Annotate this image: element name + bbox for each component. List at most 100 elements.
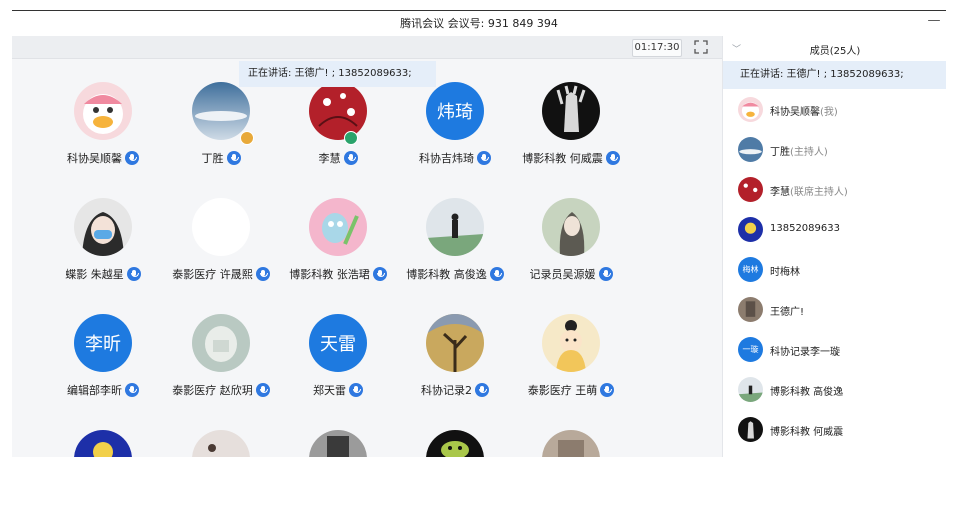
avatar: [74, 198, 132, 256]
meeting-window: 腾讯会议 会议号: 931 849 394 — 01:17:30 科协吴顺馨 丁…: [12, 10, 946, 457]
member-role: (主持人): [790, 147, 828, 158]
participant-tile[interactable]: 泰影医疗 王萌: [516, 314, 626, 419]
avatar: [426, 430, 484, 457]
member-item[interactable]: 博影科教 何威震: [723, 410, 946, 450]
member-name: 王德广!: [770, 307, 805, 318]
participant-tile[interactable]: 科协记录2: [400, 314, 510, 419]
participant-name: 博影科教 高俊逸: [406, 268, 487, 281]
mic-icon: [477, 151, 491, 165]
participant-tile[interactable]: 泰影医疗 许晟熙: [166, 198, 276, 303]
mic-icon: [349, 383, 363, 397]
speaking-banner: 正在讲话: 王德广! ; 13852089633;: [239, 61, 436, 87]
participant-tile[interactable]: 科协吴顺馨: [48, 82, 158, 187]
minimize-button[interactable]: —: [926, 13, 942, 29]
mic-icon: [343, 151, 358, 165]
member-item[interactable]: 一璇 科协记录李一璇: [723, 330, 946, 370]
participant-name: 蝶影 朱越星: [65, 268, 124, 281]
avatar: [542, 82, 600, 140]
member-item[interactable]: 科协吴顺馨(我): [723, 90, 946, 130]
cohost-badge-icon: [344, 131, 358, 145]
member-item[interactable]: 王德广!: [723, 290, 946, 330]
avatar: [309, 82, 367, 140]
member-role: (联席主持人): [790, 187, 848, 198]
mic-icon: [372, 267, 387, 281]
participant-name: 郑天雷: [313, 384, 346, 397]
avatar: [738, 377, 763, 402]
avatar: [309, 430, 367, 457]
window-title: 腾讯会议 会议号: 931 849 394: [400, 17, 558, 30]
participant-name: 博影科教 何威震: [522, 152, 603, 165]
participant-name: 泰影医疗 许晟熙: [172, 268, 253, 281]
participant-tile[interactable]: 天雷 郑天雷: [283, 314, 393, 419]
participant-tile[interactable]: 李昕 编辑部李昕: [48, 314, 158, 419]
host-badge-icon: [240, 131, 254, 145]
avatar: 梅林: [738, 257, 763, 282]
participant-name: 记录员吴源媛: [529, 268, 596, 281]
participant-tile[interactable]: 丁胜: [166, 82, 276, 187]
member-name: 博影科教 高俊逸: [770, 387, 844, 398]
participant-tile[interactable]: 炜琦 科协吉炜琦: [400, 82, 510, 187]
member-name: 李慧: [770, 187, 790, 198]
member-item[interactable]: 丁胜(主持人): [723, 130, 946, 170]
participant-name: 科协吉炜琦: [419, 152, 474, 165]
participant-name: 编辑部李昕: [67, 384, 122, 397]
avatar: [192, 82, 250, 140]
participant-tile[interactable]: 记录员吴源媛: [516, 198, 626, 303]
avatar: [74, 430, 132, 457]
mic-icon: [125, 151, 139, 165]
participant-tile[interactable]: 蝶影 朱越星: [48, 198, 158, 303]
avatar: [738, 297, 763, 322]
video-gallery: 01:17:30 科协吴顺馨 丁胜 李慧 炜琦 科协吉炜琦 博影科教 何威震 蝶…: [12, 36, 722, 457]
sidebar-speaking-banner: 正在讲话: 王德广! ; 13852089633;: [723, 61, 946, 89]
participant-name: 丁胜: [201, 152, 224, 165]
avatar: [542, 198, 600, 256]
member-name: 丁胜: [770, 147, 790, 158]
member-item[interactable]: 13852089633: [723, 210, 946, 250]
mic-icon: [255, 383, 270, 397]
mic-icon: [255, 267, 270, 281]
member-role: (我): [820, 107, 838, 118]
participant-tile[interactable]: [166, 430, 276, 457]
avatar: [426, 198, 484, 256]
participant-tile[interactable]: 博影科教 高俊逸: [400, 198, 510, 303]
member-item[interactable]: 博影科教 高俊逸: [723, 370, 946, 410]
participant-tile[interactable]: 博影科教 何威震: [516, 82, 626, 187]
participant-tile[interactable]: 李慧: [283, 82, 393, 187]
member-name: 科协吴顺馨: [770, 107, 820, 118]
member-name: 时梅林: [770, 267, 800, 278]
member-item[interactable]: 李慧(联席主持人): [723, 170, 946, 210]
member-item[interactable]: 梅林 时梅林: [723, 250, 946, 290]
member-name: 博影科教 何威震: [770, 427, 844, 438]
avatar: 炜琦: [426, 82, 484, 140]
avatar: [738, 97, 763, 122]
participant-tile[interactable]: [48, 430, 158, 457]
avatar: [738, 177, 763, 202]
avatar: [192, 198, 250, 256]
avatar: [542, 314, 600, 372]
mic-icon: [126, 267, 141, 281]
avatar: 李昕: [74, 314, 132, 372]
participant-name: 博影科教 张浩珺: [289, 268, 370, 281]
member-name: 科协记录李一璇: [770, 347, 840, 358]
participant-name: 李慧: [318, 152, 341, 165]
participant-name: 泰影医疗 王萌: [527, 384, 598, 397]
participant-name: 泰影医疗 赵欣玥: [172, 384, 253, 397]
participant-name: 科协记录2: [421, 384, 472, 397]
mic-icon: [226, 151, 241, 165]
participant-tile[interactable]: [283, 430, 393, 457]
member-list-panel: ﹀ 成员(25人) 正在讲话: 王德广! ; 13852089633; 科协吴顺…: [722, 36, 946, 457]
participant-tile[interactable]: 泰影医疗 赵欣玥: [166, 314, 276, 419]
avatar: [426, 314, 484, 372]
participant-tile[interactable]: 博影科教 张浩珺: [283, 198, 393, 303]
member-list-header: ﹀ 成员(25人): [723, 36, 946, 60]
mic-icon: [598, 267, 613, 281]
mic-icon: [605, 151, 620, 165]
participant-grid: 科协吴顺馨 丁胜 李慧 炜琦 科协吉炜琦 博影科教 何威震 蝶影 朱越星 泰影医…: [12, 36, 722, 457]
mic-icon: [475, 383, 489, 397]
member-name: 13852089633: [770, 223, 840, 234]
participant-tile[interactable]: [400, 430, 510, 457]
mic-icon: [489, 267, 504, 281]
participant-tile[interactable]: [516, 430, 626, 457]
avatar: [192, 430, 250, 457]
avatar: 天雷: [309, 314, 367, 372]
